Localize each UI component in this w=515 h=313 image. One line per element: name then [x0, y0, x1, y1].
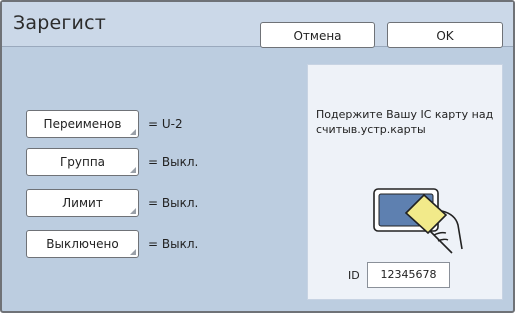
corner-mark-icon	[130, 129, 136, 135]
rename-value: = U-2	[148, 117, 183, 131]
ok-button[interactable]: OK	[387, 22, 503, 48]
card-reader-icon	[373, 188, 463, 254]
rename-button-label: Переименов	[43, 117, 122, 131]
corner-mark-icon	[130, 208, 136, 214]
disabled-button-label: Выключено	[46, 237, 119, 251]
limit-button-label: Лимит	[62, 196, 103, 210]
corner-mark-icon	[130, 167, 136, 173]
corner-mark-icon	[130, 249, 136, 255]
ok-button-label: OK	[436, 29, 454, 43]
register-dialog: Зарегист Отмена OK Переименов = U-2 Груп…	[0, 0, 515, 313]
id-label: ID	[348, 269, 360, 282]
group-value: = Выкл.	[148, 155, 199, 169]
card-instruction: Подержите Вашу IC карту над считыв.устр.…	[316, 108, 494, 136]
limit-button[interactable]: Лимит	[26, 189, 139, 217]
group-button-label: Группа	[59, 155, 106, 169]
disabled-button[interactable]: Выключено	[26, 230, 139, 258]
cancel-button-label: Отмена	[293, 29, 342, 43]
card-panel: Подержите Вашу IC карту над считыв.устр.…	[307, 64, 503, 300]
id-field[interactable]: 12345678	[367, 262, 450, 288]
cancel-button[interactable]: Отмена	[260, 22, 375, 48]
group-button[interactable]: Группа	[26, 148, 139, 176]
rename-button[interactable]: Переименов	[26, 110, 139, 138]
limit-value: = Выкл.	[148, 196, 199, 210]
disabled-value: = Выкл.	[148, 237, 199, 251]
dialog-title: Зарегист	[13, 12, 107, 34]
